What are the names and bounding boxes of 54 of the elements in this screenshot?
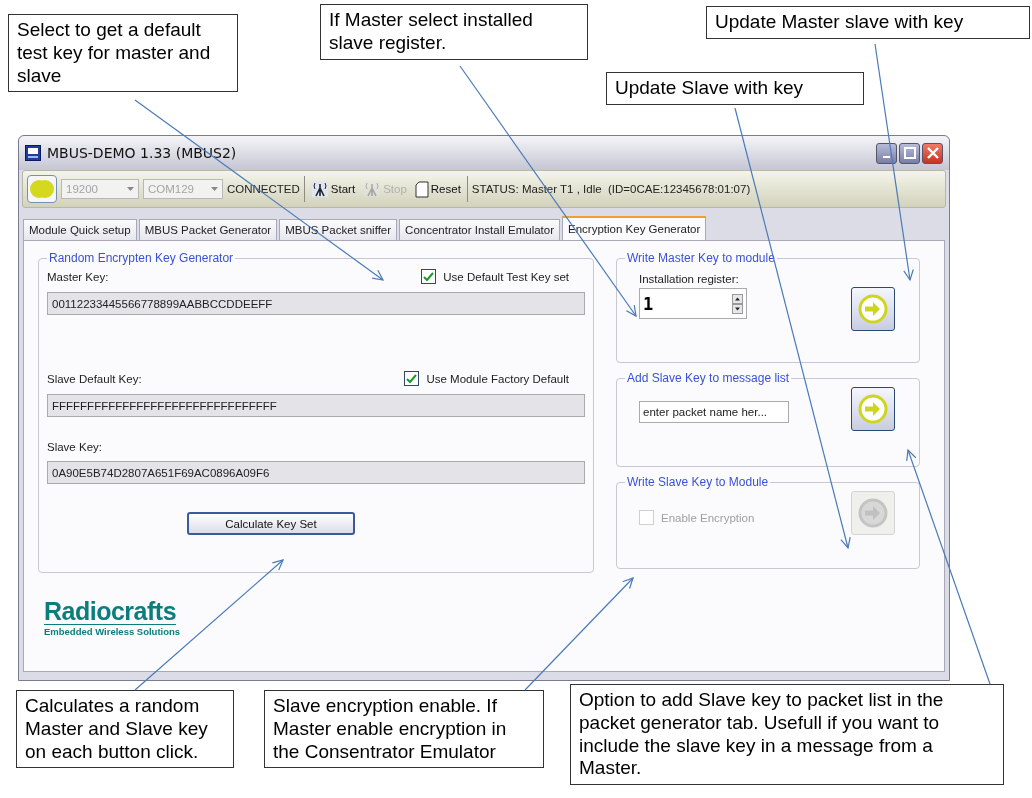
- checkbox[interactable]: Use Default Test Key set: [421, 269, 569, 284]
- minimize-icon: [883, 156, 890, 158]
- callout: Select to get a default test key for master and slave: [8, 14, 238, 93]
- group-title: Random Encrypten Key Generator: [48, 251, 235, 265]
- field-label: Slave Key:: [47, 441, 103, 453]
- group-title: Add Slave Key to message list: [626, 371, 791, 385]
- field-label: Master Key:: [47, 270, 109, 283]
- field-label: Installation register:: [639, 273, 740, 285]
- led-icon: [29, 179, 55, 199]
- start-button[interactable]: Start: [308, 180, 358, 198]
- caret-icon: [127, 187, 134, 191]
- checkbox-label: Use Module Factory Default: [426, 372, 569, 385]
- close-button[interactable]: [922, 142, 943, 164]
- checkmark-icon: [406, 373, 418, 384]
- write-master-button[interactable]: [851, 287, 895, 331]
- callout: Update Master slave with key: [706, 6, 1030, 39]
- calculate-button[interactable]: Calculate Key Set: [187, 512, 355, 535]
- callout: Slave encryption enable. If Master enable encryption in the Consentrator Emulator: [264, 690, 544, 769]
- key-field[interactable]: FFFFFFFFFFFFFFFFFFFFFFFFFFFFFFFF: [47, 394, 585, 417]
- callout: Calculates a random Master and Slave key on each button click.: [16, 690, 234, 769]
- logo-tagline: Embedded Wireless Solutions: [44, 626, 182, 637]
- callout: If Master select installed slave register.: [320, 4, 588, 60]
- radio-mast-icon: [310, 180, 329, 198]
- tab[interactable]: MBUS Packet sniffer: [279, 219, 398, 240]
- document-icon: [414, 180, 429, 198]
- group-title: Write Slave Key to Module: [626, 475, 770, 489]
- tab[interactable]: Concentrator Install Emulator: [399, 219, 561, 240]
- minimize-button[interactable]: [876, 142, 897, 164]
- checkbox-label: Use Default Test Key set: [443, 270, 569, 283]
- key-field[interactable]: 0A90E5B74D2807A651F69AC0896A09F6: [47, 461, 585, 484]
- maximize-icon: [903, 147, 916, 159]
- add-slave-button[interactable]: [851, 387, 895, 431]
- key-field[interactable]: 00112233445566778899AABBCCDDEEFF: [47, 292, 585, 315]
- number-spinner[interactable]: 1: [639, 288, 747, 319]
- app-icon: [25, 145, 41, 161]
- packet-name-field[interactable]: enter packet name her...: [639, 401, 789, 423]
- radio-mast-icon: [363, 180, 382, 198]
- arrow-circle-icon: [858, 294, 888, 324]
- arrow-circle-icon: [858, 498, 888, 528]
- checkmark-icon: [423, 271, 435, 282]
- connection-led-button[interactable]: [27, 175, 57, 203]
- callout: Option to add Slave key to packet list in the packet generator tab. Usefull if you want to include the slave key in a message from a Master.: [570, 684, 1004, 786]
- arrow-circle-icon: [858, 394, 888, 424]
- logo-wordmark: Radiocrafts: [44, 599, 177, 625]
- field-label: Slave Default Key:: [47, 372, 142, 385]
- caret-icon: [211, 187, 218, 191]
- checkbox[interactable]: Use Module Factory Default: [404, 371, 569, 386]
- checkbox-label: Enable Encryption: [661, 511, 755, 524]
- close-icon: [926, 147, 939, 159]
- reset-button[interactable]: Reset: [412, 180, 463, 198]
- maximize-button[interactable]: [899, 142, 920, 164]
- callout: Update Slave with key: [606, 72, 864, 105]
- tab[interactable]: Module Quick setup: [23, 219, 137, 240]
- tab[interactable]: MBUS Packet Generator: [138, 219, 278, 240]
